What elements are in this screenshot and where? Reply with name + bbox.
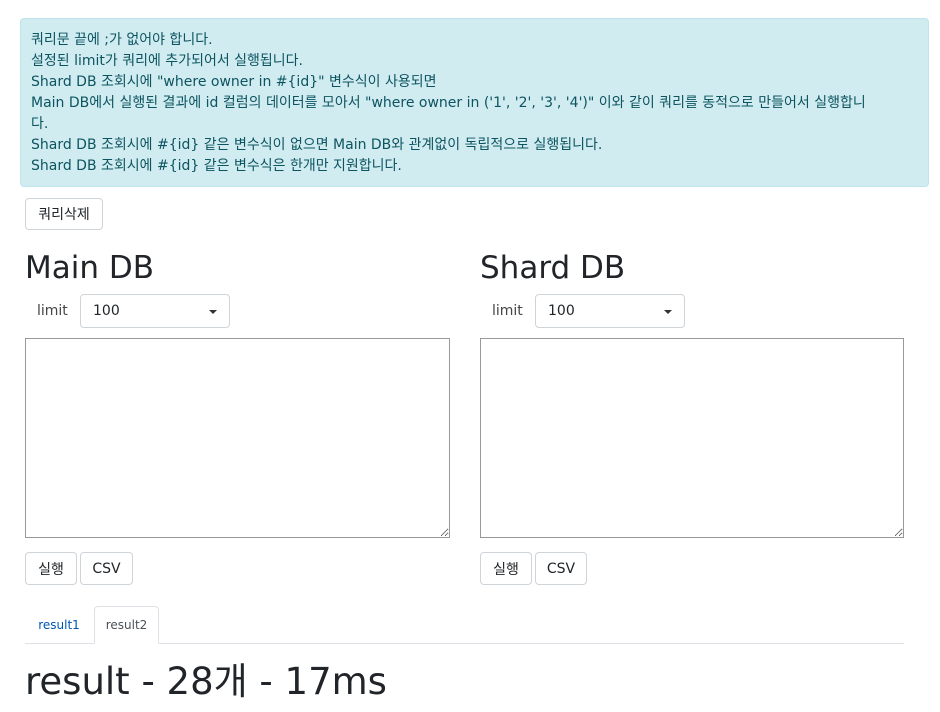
main-limit-value: 100 (93, 303, 120, 319)
notice-line: Main DB에서 실행된 결과에 id 컬럼의 데이터를 모아서 "where… (31, 95, 866, 111)
notice-line: 쿼리문 끝에 ;가 없어야 합니다. (31, 32, 213, 48)
shard-limit-select[interactable]: 100 (535, 294, 685, 328)
result-tabs: result1 result2 (25, 606, 904, 644)
notice-line: Shard DB 조회시에 "where owner in #{id}" 변수식… (31, 74, 437, 90)
notice-line: 다. (31, 116, 49, 132)
main-db-title: Main DB (25, 250, 154, 286)
notice-line: Shard DB 조회시에 #{id} 같은 변수식이 없으면 Main DB와… (31, 137, 603, 153)
notice-line: Shard DB 조회시에 #{id} 같은 변수식은 한개만 지원합니다. (31, 158, 402, 174)
main-csv-button[interactable]: CSV (80, 552, 133, 585)
notice-line: 설정된 limit가 쿼리에 추가되어서 실행됩니다. (31, 53, 304, 69)
result-heading: result - 28개 - 17ms (25, 660, 387, 703)
shard-limit-value: 100 (548, 303, 575, 319)
shard-query-input[interactable] (480, 338, 904, 538)
shard-db-title: Shard DB (480, 250, 626, 286)
tab-result1[interactable]: result1 (25, 606, 93, 643)
main-limit-select[interactable]: 100 (80, 294, 230, 328)
main-limit-label: limit (37, 303, 68, 319)
shard-limit-label: limit (492, 303, 523, 319)
main-run-button[interactable]: 실행 (25, 552, 77, 585)
tab-result2[interactable]: result2 (94, 606, 159, 644)
caret-down-icon (209, 310, 217, 314)
info-notice: 쿼리문 끝에 ;가 없어야 합니다. 설정된 limit가 쿼리에 추가되어서 … (20, 18, 929, 187)
main-query-input[interactable] (25, 338, 450, 538)
caret-down-icon (664, 310, 672, 314)
shard-run-button[interactable]: 실행 (480, 552, 532, 585)
delete-query-button[interactable]: 쿼리삭제 (25, 198, 103, 230)
shard-csv-button[interactable]: CSV (535, 552, 587, 585)
